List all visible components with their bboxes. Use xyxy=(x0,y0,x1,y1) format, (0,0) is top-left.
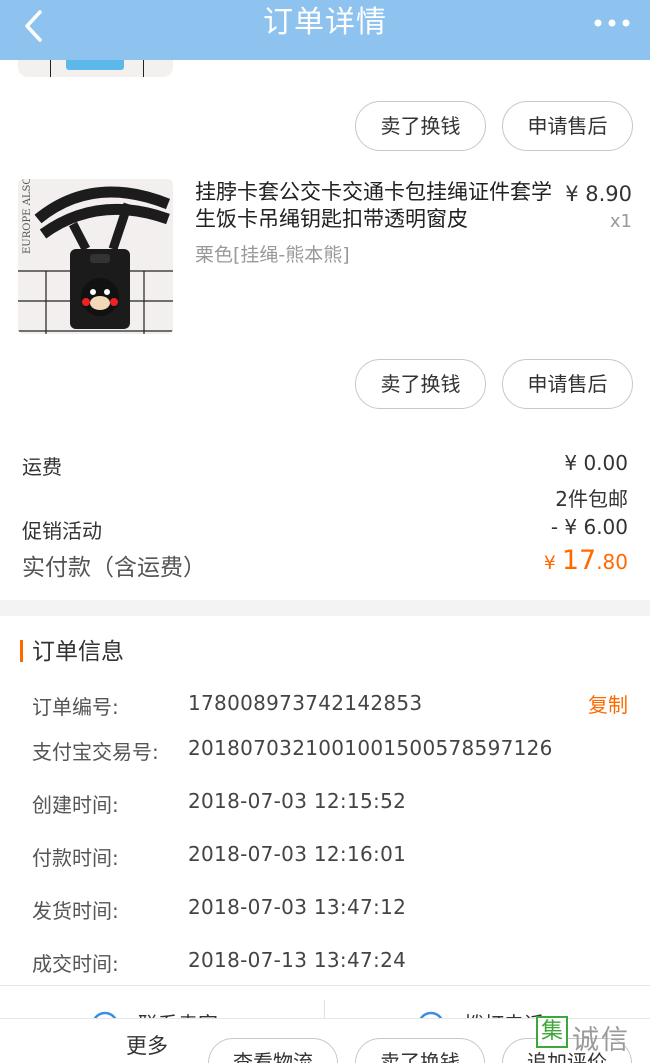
aftersale-button[interactable]: 申请售后 xyxy=(502,101,633,151)
order-info-title: 订单信息 xyxy=(32,639,124,665)
more-button[interactable]: 更多 xyxy=(126,1030,168,1060)
divider xyxy=(0,985,650,986)
alipay-trade-value: 2018070321001001500578597126 xyxy=(188,736,553,760)
product-name[interactable]: 挂脖卡套公交卡交通卡包挂绳证件套学生饭卡吊绳钥匙扣带透明窗皮 xyxy=(195,179,555,233)
more-dots-icon[interactable] xyxy=(592,12,632,34)
navbar: 订单详情 xyxy=(0,0,650,60)
shipping-value: ¥ 0.00 xyxy=(564,451,628,475)
sell-button[interactable]: 卖了换钱 xyxy=(355,101,486,151)
product-item[interactable]: EUROPE ALSO 挂脖卡套公交卡交通卡包挂绳证件套学生饭卡吊绳钥匙扣带透明… xyxy=(18,179,632,334)
paid-time-value: 2018-07-03 12:16:01 xyxy=(188,842,407,866)
paid-amount: ¥ 17.80 xyxy=(543,545,628,576)
promo-label: 促销活动 xyxy=(22,519,102,543)
aftersale-button[interactable]: 申请售后 xyxy=(502,359,633,409)
order-number-value: 178008973742142853 xyxy=(188,691,423,715)
product-sku: 栗色[挂绳-熊本熊] xyxy=(195,244,350,266)
promo-value: - ¥ 6.00 xyxy=(550,515,628,539)
contact-divider xyxy=(324,1000,325,1020)
paid-time-label: 付款时间: xyxy=(32,846,119,870)
product-image[interactable]: EUROPE ALSO xyxy=(18,179,173,334)
product-price: ¥ 8.90 xyxy=(565,182,632,206)
shipped-time-value: 2018-07-03 13:47:12 xyxy=(188,895,407,919)
shipping-label: 运费 xyxy=(22,455,62,479)
section-separator xyxy=(0,600,650,616)
paid-label: 实付款（含运费） xyxy=(22,555,206,581)
view-logistics-button[interactable]: 查看物流 xyxy=(208,1038,338,1063)
created-time-value: 2018-07-03 12:15:52 xyxy=(188,789,407,813)
deal-time-value: 2018-07-13 13:47:24 xyxy=(188,948,407,972)
shipped-time-label: 发货时间: xyxy=(32,899,119,923)
svg-text:EUROPE ALSO: EUROPE ALSO xyxy=(22,179,33,254)
alipay-trade-label: 支付宝交易号: xyxy=(32,740,159,764)
copy-button[interactable]: 复制 xyxy=(588,689,628,718)
watermark: 集 诚信 xyxy=(532,1014,650,1063)
deal-time-label: 成交时间: xyxy=(32,952,119,976)
previous-product-image[interactable] xyxy=(18,60,173,77)
product-quantity: x1 xyxy=(609,211,632,232)
sell-button[interactable]: 卖了换钱 xyxy=(355,359,486,409)
created-time-label: 创建时间: xyxy=(32,793,119,817)
order-number-label: 订单编号: xyxy=(32,695,119,719)
sell-button-bottom[interactable]: 卖了换钱 xyxy=(355,1038,485,1063)
page-title: 订单详情 xyxy=(263,5,387,40)
shipping-note: 2件包邮 xyxy=(555,487,628,511)
